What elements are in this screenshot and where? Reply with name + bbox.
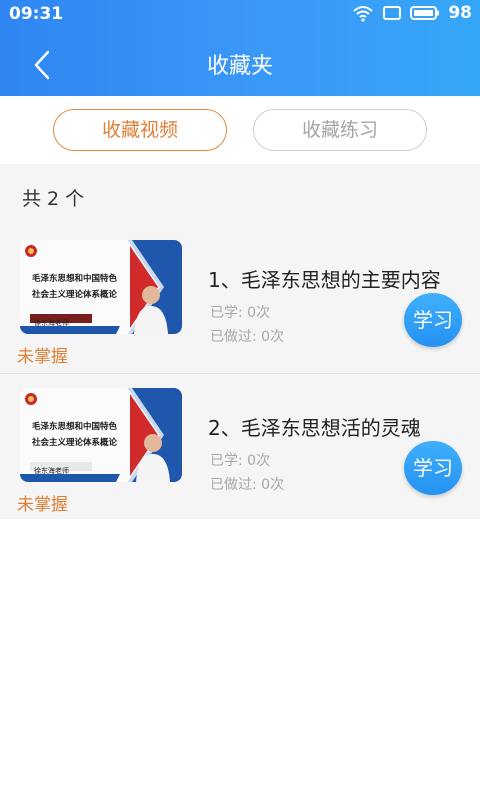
status-bar: 09:31 98 xyxy=(0,0,480,30)
app-header: 09:31 98 收藏夹 xyxy=(0,0,480,96)
mastery-status: 未掌握 xyxy=(17,495,68,515)
nav-bar: 收藏夹 xyxy=(0,30,480,96)
learned-count: 已学: 0次 xyxy=(210,453,271,469)
video-thumbnail[interactable]: 毛泽东思想和中国特色 社会主义理论体系概论 徐东海老师 xyxy=(20,388,182,482)
thumbnail-text: 社会主义理论体系概论 xyxy=(32,438,118,448)
video-title[interactable]: 1、毛泽东思想的主要内容 xyxy=(208,264,441,293)
done-count: 已做过: 0次 xyxy=(210,477,285,493)
thumbnail-text: 社会主义理论体系概论 xyxy=(32,290,118,300)
status-icons: 98 xyxy=(352,3,472,23)
tab-bar: 收藏视频 收藏练习 xyxy=(0,96,480,164)
list-item[interactable]: 毛泽东思想和中国特色 社会主义理论体系概论 徐东海老师 2、毛泽东思想活的灵魂 … xyxy=(0,374,480,520)
mastery-status: 未掌握 xyxy=(17,347,68,367)
done-count: 已做过: 0次 xyxy=(210,329,285,345)
study-button[interactable]: 学习 xyxy=(404,441,462,495)
tab-favorite-videos[interactable]: 收藏视频 xyxy=(53,109,227,151)
favorites-list: 共 2 个 毛泽东思想和中国特色 社会主义理论体系概论 徐东海老师 1、毛泽东思… xyxy=(0,164,480,519)
list-item[interactable]: 毛泽东思想和中国特色 社会主义理论体系概论 徐东海老师 1、毛泽东思想的主要内容… xyxy=(0,226,480,372)
item-count: 共 2 个 xyxy=(22,188,85,210)
wifi-icon xyxy=(352,4,374,22)
thumbnail-text: 毛泽东思想和中国特色 xyxy=(32,422,118,432)
thumbnail-teacher: 徐东海老师 xyxy=(34,467,69,475)
study-button[interactable]: 学习 xyxy=(404,293,462,347)
battery-level: 98 xyxy=(448,3,472,23)
battery-icon xyxy=(410,5,440,21)
page-title: 收藏夹 xyxy=(206,54,273,79)
tab-favorite-exercises[interactable]: 收藏练习 xyxy=(253,109,427,151)
video-thumbnail[interactable]: 毛泽东思想和中国特色 社会主义理论体系概论 徐东海老师 xyxy=(20,240,182,334)
thumbnail-text: 毛泽东思想和中国特色 xyxy=(32,274,118,284)
status-time: 09:31 xyxy=(9,4,64,24)
learned-count: 已学: 0次 xyxy=(210,305,271,321)
screen-icon xyxy=(382,5,402,21)
video-title[interactable]: 2、毛泽东思想活的灵魂 xyxy=(208,412,421,441)
thumbnail-teacher: 徐东海老师 xyxy=(34,319,69,327)
